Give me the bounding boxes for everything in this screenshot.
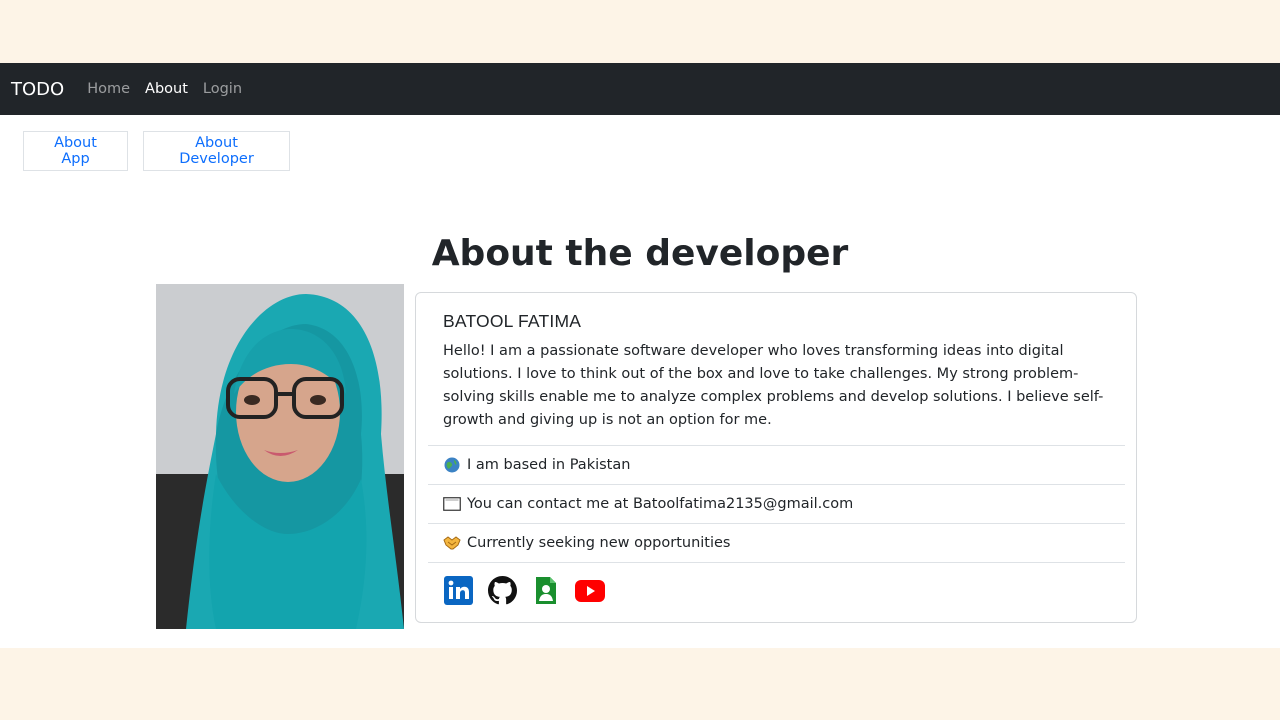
portfolio-icon[interactable] [531,576,561,606]
globe-icon [443,456,461,474]
handshake-icon [443,534,461,552]
nav-link-about[interactable]: About [145,81,188,97]
developer-photo [156,284,404,629]
fact-status: Currently seeking new opportunities [428,523,1125,562]
fact-status-text: Currently seeking new opportunities [467,535,731,551]
developer-card: BATOOL FATIMA Hello! I am a passionate s… [415,292,1137,623]
linkedin-icon[interactable] [443,576,473,606]
page-content: TODO Home About Login About App About De… [0,63,1280,648]
about-developer-button[interactable]: About Developer [143,131,290,171]
developer-bio: Hello! I am a passionate software develo… [443,343,1104,428]
fact-location: I am based in Pakistan [428,445,1125,484]
fact-location-text: I am based in Pakistan [467,457,631,473]
navbar: TODO Home About Login [0,63,1280,115]
envelope-icon [443,495,461,513]
about-app-button[interactable]: About App [23,131,128,171]
nav-link-login[interactable]: Login [203,81,242,97]
page-title: About the developer [431,233,849,274]
fact-contact: You can contact me at Batoolfatima2135@g… [428,484,1125,523]
youtube-icon[interactable] [575,576,605,606]
fact-list: I am based in Pakistan You can contact m… [428,445,1125,618]
nav-link-home[interactable]: Home [87,81,130,97]
social-links [428,562,1125,618]
developer-name: BATOOL FATIMA [443,311,582,331]
github-icon[interactable] [487,576,517,606]
fact-contact-text: You can contact me at Batoolfatima2135@g… [467,496,854,512]
navbar-brand[interactable]: TODO [11,79,64,100]
